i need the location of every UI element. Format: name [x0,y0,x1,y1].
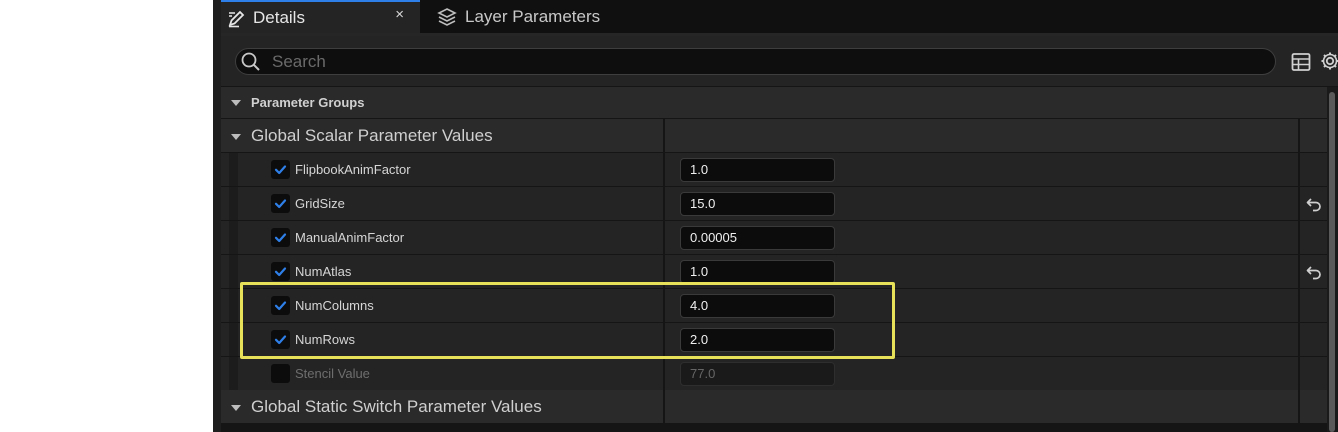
tab-bar: Details × Layer Parameters [221,0,1338,33]
param-value-cell: 1.0 [665,255,1297,288]
search-icon [240,51,262,73]
param-value-cell: 1.0 [665,153,1297,186]
property-grid: Parameter Groups Global Scalar Parameter… [221,87,1327,432]
param-value-input[interactable]: 4.0 [680,294,835,318]
reset-arrow-icon[interactable] [1305,195,1323,213]
reset-cell [1298,187,1327,220]
param-name-cell: NumAtlas [238,255,663,288]
param-value-cell: 0.00005 [665,221,1297,254]
reset-cell [1298,289,1327,322]
category-label: Parameter Groups [251,95,365,110]
param-name: FlipbookAnimFactor [295,162,411,177]
tab-details[interactable]: Details × [221,0,420,33]
tab-layer-parameters[interactable]: Layer Parameters [426,0,626,33]
param-row: ManualAnimFactor 0.00005 [221,221,1327,254]
param-name-cell: GridSize [238,187,663,220]
param-name: NumAtlas [295,264,352,279]
gear-icon[interactable] [1319,50,1338,72]
param-row: NumColumns 4.0 [221,289,1327,322]
param-row: Stencil Value 77.0 [221,357,1327,390]
param-row: GridSize 15.0 [221,187,1327,220]
param-name: GridSize [295,196,345,211]
param-name-cell: ManualAnimFactor [238,221,663,254]
param-value-cell: 15.0 [665,187,1297,220]
layers-icon [436,6,458,28]
param-value-input[interactable]: 1.0 [680,260,835,284]
param-value-cell: 4.0 [665,289,1297,322]
param-value-cell: 2.0 [665,323,1297,356]
param-value-input[interactable]: 1.0 [680,158,835,182]
chevron-down-icon[interactable] [229,96,243,110]
reset-arrow-icon[interactable] [1305,263,1323,281]
row-indent [229,289,238,322]
param-name: ManualAnimFactor [295,230,405,245]
checkmark-icon [274,165,287,175]
param-name-cell: FlipbookAnimFactor [238,153,663,186]
checkmark-icon [274,301,287,311]
param-name: NumRows [295,332,355,347]
param-name-cell: NumRows [238,323,663,356]
override-checkbox[interactable] [271,296,290,315]
reset-cell [1298,323,1327,356]
close-icon[interactable]: × [395,6,404,23]
reset-cell [1298,255,1327,288]
reset-cell [1298,357,1327,390]
param-name: NumColumns [295,298,374,313]
table-icon[interactable] [1291,52,1311,72]
checkmark-icon [274,335,287,345]
details-panel: Details × Layer Parameters Search Parame… [213,0,1338,432]
row-indent [229,187,238,220]
reset-cell [1298,221,1327,254]
reset-cell [1298,153,1327,186]
tab-details-label: Details [253,7,305,27]
column-divider [663,390,665,423]
column-divider [1298,390,1300,423]
row-indent [229,357,238,390]
category-parameter-groups[interactable]: Parameter Groups [221,87,1327,118]
checkmark-icon [274,267,287,277]
row-indent [229,255,238,288]
search-row [221,36,1338,86]
group-global-scalar[interactable]: Global Scalar Parameter Values [221,119,1327,152]
override-checkbox[interactable] [271,194,290,213]
row-indent [229,153,238,186]
checkmark-icon [274,199,287,209]
column-divider [663,119,665,152]
param-name-cell: NumColumns [238,289,663,322]
chevron-down-icon[interactable] [229,129,243,143]
row-indent [229,323,238,356]
override-checkbox[interactable] [271,228,290,247]
param-value-input: 77.0 [680,362,835,386]
chevron-down-icon[interactable] [229,400,243,414]
param-value-input[interactable]: 2.0 [680,328,835,352]
param-row: NumAtlas 1.0 [221,255,1327,288]
group-global-static-switch[interactable]: Global Static Switch Parameter Values [221,390,1327,423]
param-value-input[interactable]: 0.00005 [680,226,835,250]
tab-layer-parameters-label: Layer Parameters [465,6,601,26]
param-row: FlipbookAnimFactor 1.0 [221,153,1327,186]
search-input[interactable] [262,49,1275,74]
search-box [235,48,1276,75]
override-checkbox[interactable] [271,364,290,383]
param-value-cell: 77.0 [665,357,1297,390]
panel-left-edge [213,0,221,432]
scrollbar-thumb[interactable] [1329,92,1335,432]
group-label: Global Static Switch Parameter Values [251,396,542,416]
param-value-input[interactable]: 15.0 [680,192,835,216]
row-indent [229,221,238,254]
pencil-icon [227,8,247,28]
scrollbar[interactable] [1327,87,1338,432]
override-checkbox[interactable] [271,262,290,281]
param-row: NumRows 2.0 [221,323,1327,356]
group-label: Global Scalar Parameter Values [251,125,493,145]
param-name-cell: Stencil Value [238,357,663,390]
param-name: Stencil Value [295,366,370,381]
override-checkbox[interactable] [271,330,290,349]
override-checkbox[interactable] [271,160,290,179]
column-divider [1298,119,1300,152]
checkmark-icon [274,233,287,243]
